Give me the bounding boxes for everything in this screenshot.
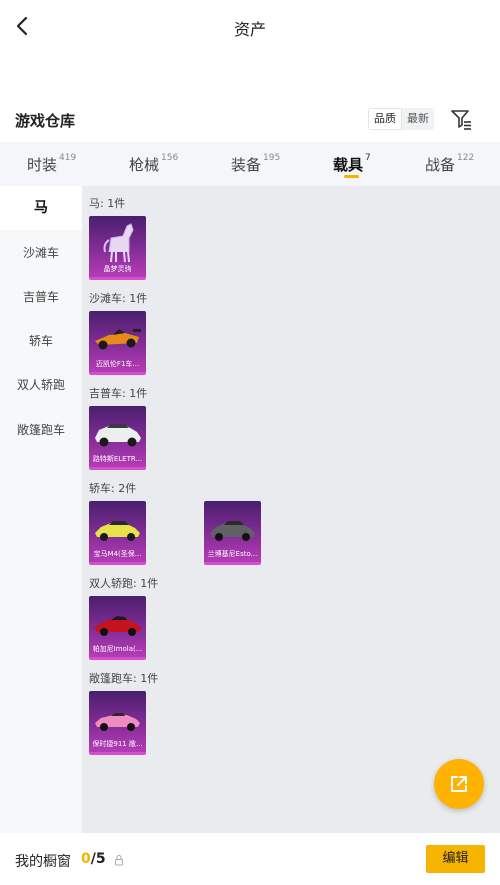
item-card[interactable]: 宝马M4(圣保... (89, 501, 146, 565)
tab-count: 419 (59, 153, 77, 163)
filter-icon[interactable] (448, 106, 474, 132)
item-name: 宝马M4(圣保... (93, 550, 142, 558)
warehouse-title: 游戏仓库 (15, 112, 76, 130)
tab-label: 时装 (27, 156, 58, 174)
showcase-bar: 我的橱窗 0/5 编辑 (0, 833, 500, 885)
sort-quality-button[interactable]: 品质 (368, 108, 402, 130)
page-title: 资产 (233, 20, 266, 39)
sidebar-item-horse[interactable]: 马 (0, 186, 82, 230)
item-card[interactable]: 兰博基尼Esto... (204, 501, 261, 565)
tab-count: 7 (365, 153, 371, 163)
tab-count: 156 (161, 153, 179, 163)
sedan-yellow-icon (95, 521, 140, 541)
tab-label: 战备 (425, 156, 456, 174)
sort-toggle: 品质 最新 (368, 108, 434, 130)
horse-icon (103, 223, 134, 263)
item-name: 帕加尼Imola(... (92, 645, 143, 653)
convertible-pink-icon (95, 713, 140, 731)
sidebar-item-coupe[interactable]: 双人轿跑 (0, 363, 82, 407)
item-card[interactable]: 保时捷911 敞... (89, 691, 146, 755)
tab-guns[interactable]: 枪械 156 (129, 142, 178, 186)
sidebar-item-convertible[interactable]: 敞篷跑车 (0, 408, 82, 452)
group-label-coupe: 双人轿跑: 1件 (89, 577, 159, 590)
sort-newest-button[interactable]: 最新 (402, 108, 434, 130)
tab-label: 装备 (231, 156, 262, 174)
active-tab-indicator (344, 175, 359, 178)
tab-supplies[interactable]: 战备 122 (425, 142, 474, 186)
tab-label: 载具 (333, 156, 364, 174)
f1-car-icon (95, 329, 141, 350)
edit-button[interactable]: 编辑 (426, 845, 485, 873)
share-icon (451, 776, 467, 792)
sidebar-item-beach-buggy[interactable]: 沙滩车 (0, 231, 82, 275)
tab-count: 122 (457, 153, 475, 163)
tab-count: 195 (263, 153, 281, 163)
item-name: 保时捷911 敞... (92, 740, 143, 748)
tab-label: 枪械 (129, 156, 160, 174)
item-name: 兰博基尼Esto... (207, 550, 258, 558)
item-name: 晶梦灵驹 (103, 265, 132, 273)
tab-equipment[interactable]: 装备 195 (231, 142, 280, 186)
item-card[interactable]: 迈凯伦F1车... (89, 311, 146, 375)
group-label-convertible: 敞篷跑车: 1件 (89, 672, 159, 685)
vehicle-type-sidebar: 马 沙滩车 吉普车 轿车 双人轿跑 敞篷跑车 (0, 186, 82, 833)
share-button[interactable] (434, 759, 484, 809)
lock-icon (115, 855, 123, 866)
vehicle-content: 马: 1件 晶梦灵驹 沙滩车: 1件 迈凯伦F1车... 吉普车: 1件 路特斯… (82, 186, 500, 833)
item-card[interactable]: 晶梦灵驹 (89, 216, 146, 280)
showcase-count: 0/5 (81, 851, 106, 867)
item-card[interactable]: 路特斯ELETR... (89, 406, 146, 470)
category-tabs: 时装 419 枪械 156 装备 195 载具 7 战备 122 (0, 142, 500, 186)
tab-vehicles[interactable]: 载具 7 (333, 142, 371, 186)
sidebar-item-sedan[interactable]: 轿车 (0, 319, 82, 363)
item-name: 迈凯伦F1车... (95, 360, 140, 368)
item-name: 路特斯ELETR... (92, 455, 143, 463)
group-label-beach-buggy: 沙滩车: 1件 (89, 292, 148, 305)
suv-icon (95, 424, 141, 447)
showcase-label: 我的橱窗 (15, 854, 71, 870)
coupe-red-icon (94, 616, 141, 636)
tab-fashion[interactable]: 时装 419 (27, 142, 76, 186)
sidebar-item-jeep[interactable]: 吉普车 (0, 275, 82, 319)
sedan-grey-icon (210, 521, 255, 541)
item-card[interactable]: 帕加尼Imola(... (89, 596, 146, 660)
showcase-current: 0 (81, 851, 91, 867)
top-bar: 资产 (0, 0, 500, 52)
group-label-sedan: 轿车: 2件 (89, 482, 137, 495)
showcase-total: /5 (90, 851, 106, 867)
group-label-horse: 马: 1件 (89, 197, 126, 210)
group-label-jeep: 吉普车: 1件 (89, 387, 148, 400)
